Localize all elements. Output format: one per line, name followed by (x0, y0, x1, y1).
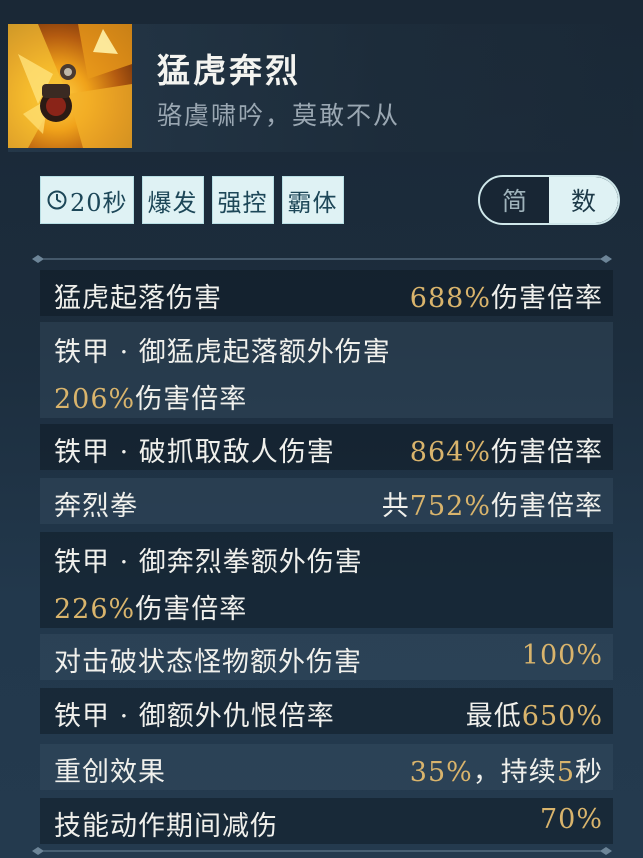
stat-row: 技能动作期间减伤 70% (40, 798, 613, 844)
stat-label: 对击破状态怪物额外伤害 (54, 647, 362, 678)
stat-row: 铁甲 · 破抓取敌人伤害 864%伤害倍率 (40, 424, 613, 470)
stat-value: 864%伤害倍率 (409, 437, 603, 468)
stat-row: 对击破状态怪物额外伤害 100% (40, 634, 613, 680)
divider-bottom (32, 847, 612, 855)
stat-row: 猛虎起落伤害 688%伤害倍率 (40, 270, 613, 316)
stat-value: 最低650% (465, 701, 603, 732)
skill-detail-panel: 猛虎奔烈 骆虞啸吟，莫敢不从 20秒 爆发 强控 霸体 简 数 猛虎起落伤害 6… (0, 0, 643, 858)
stat-label: 技能动作期间减伤 (54, 811, 278, 842)
stat-value: 226%伤害倍率 (54, 594, 248, 625)
skill-description: 骆虞啸吟，莫敢不从 (157, 101, 401, 130)
stat-label: 铁甲 · 御猛虎起落额外伤害 (54, 337, 391, 368)
stat-value: 70% (539, 804, 603, 835)
clock-icon (47, 190, 67, 210)
stat-value: 206%伤害倍率 (54, 384, 248, 415)
stat-row: 铁甲 · 御奔烈拳额外伤害 226%伤害倍率 (40, 532, 613, 628)
stat-row: 铁甲 · 御额外仇恨倍率 最低650% (40, 688, 613, 734)
cooldown-value: 20秒 (70, 188, 128, 217)
stat-row: 铁甲 · 御猛虎起落额外伤害 206%伤害倍率 (40, 322, 613, 418)
skill-name: 猛虎奔烈 (157, 51, 301, 90)
tag-super-armor: 霸体 (281, 176, 344, 224)
tiger-fist-skill-icon (8, 24, 132, 148)
stat-row: 重创效果 35%，持续5秒 (40, 744, 613, 790)
stat-label: 铁甲 · 破抓取敌人伤害 (54, 437, 335, 468)
stat-label: 铁甲 · 御奔烈拳额外伤害 (54, 547, 363, 578)
skill-tags: 20秒 爆发 强控 霸体 (40, 176, 344, 224)
stat-label: 铁甲 · 御额外仇恨倍率 (54, 701, 335, 732)
stat-row: 奔烈拳 共752%伤害倍率 (40, 478, 613, 524)
toggle-numeric-option[interactable]: 数 (549, 177, 618, 223)
stat-value: 共752%伤害倍率 (381, 491, 603, 522)
stat-value: 35%，持续5秒 (409, 757, 603, 788)
toggle-simple-option[interactable]: 简 (480, 177, 549, 223)
stat-value: 100% (521, 640, 603, 671)
stat-value: 688%伤害倍率 (409, 283, 603, 314)
tag-hard-control: 强控 (211, 176, 274, 224)
stat-label: 猛虎起落伤害 (54, 283, 222, 314)
divider-top (32, 255, 612, 263)
tag-burst: 爆发 (141, 176, 204, 224)
cooldown-tag: 20秒 (40, 176, 134, 224)
view-mode-toggle[interactable]: 简 数 (478, 175, 620, 225)
stat-label: 重创效果 (54, 757, 166, 788)
stat-label: 奔烈拳 (54, 491, 138, 522)
